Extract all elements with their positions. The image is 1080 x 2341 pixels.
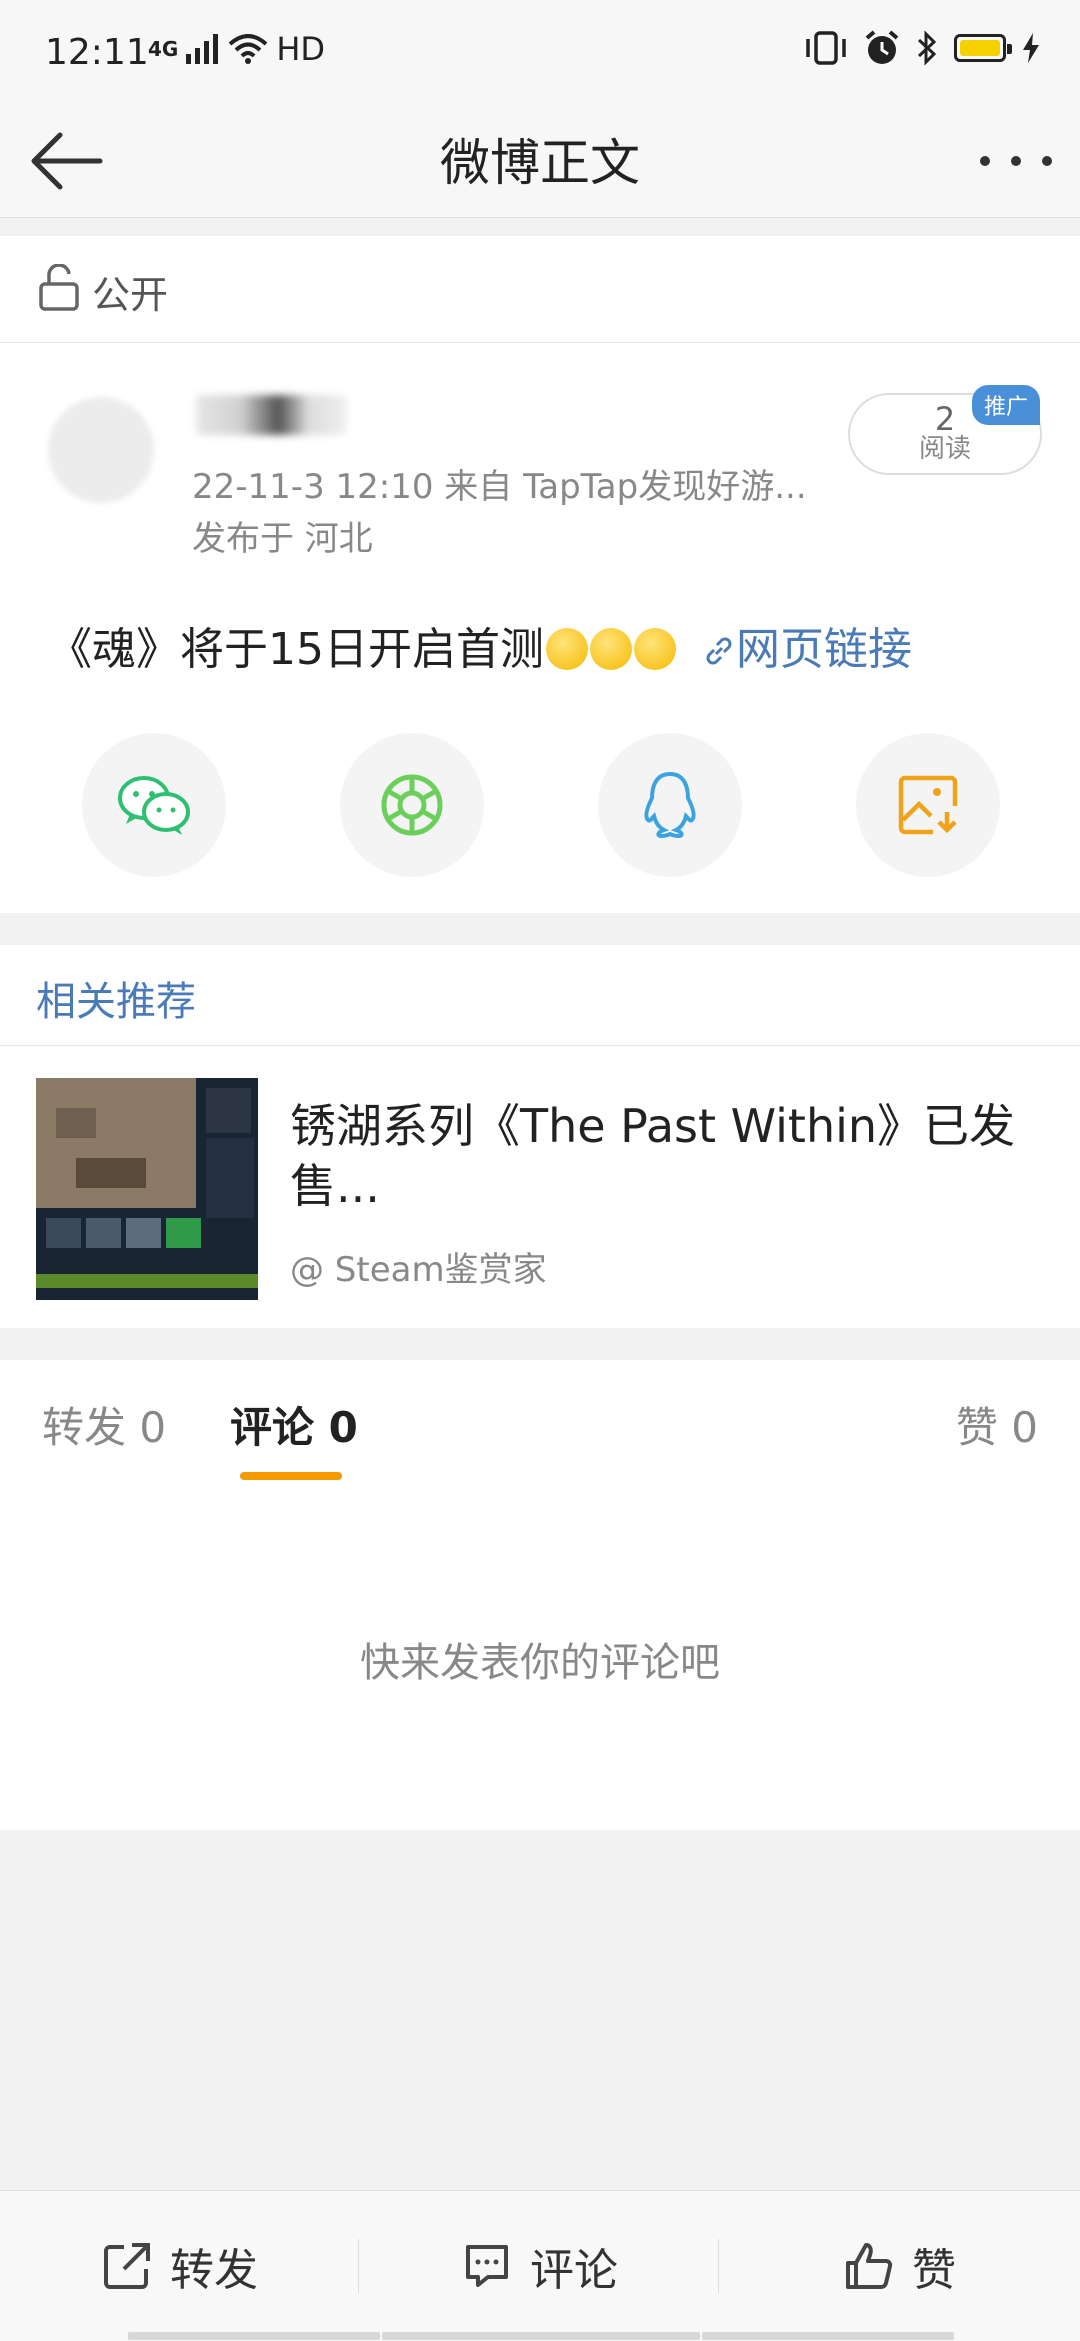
shush-emoji-icon bbox=[590, 628, 632, 670]
share-row bbox=[0, 733, 1080, 883]
post-location: 发布于 河北 bbox=[192, 519, 373, 559]
battery-icon bbox=[954, 34, 1012, 62]
related-thumbnail bbox=[36, 1078, 258, 1300]
share-moments-button[interactable] bbox=[340, 733, 484, 877]
link-icon bbox=[706, 637, 732, 665]
unlock-icon bbox=[39, 264, 79, 311]
post-content: 《魂》将于15日开启首测 网页链接 bbox=[48, 613, 912, 677]
page-title: 微博正文 bbox=[440, 134, 640, 192]
like-label: 赞 bbox=[912, 2245, 956, 2296]
charging-icon bbox=[1023, 33, 1039, 63]
moments-icon bbox=[381, 774, 443, 836]
related-title: 相关推荐 bbox=[36, 979, 196, 1025]
nav-bar: 微博正文 bbox=[0, 105, 1080, 218]
visibility-row[interactable]: 公开 bbox=[0, 236, 1080, 343]
save-image-icon bbox=[898, 775, 958, 835]
tab-like[interactable]: 赞 0 bbox=[956, 1394, 1038, 1455]
more-icon bbox=[980, 156, 990, 166]
wechat-icon bbox=[118, 776, 190, 835]
shush-emoji-icon bbox=[546, 628, 588, 670]
alarm-icon bbox=[865, 30, 899, 64]
web-link-label: 网页链接 bbox=[736, 624, 912, 675]
like-button[interactable]: 赞 bbox=[720, 2191, 1080, 2341]
post-card: 22-11-3 12:10 来自 TapTap发现好游... 发布于 河北 2 … bbox=[0, 343, 1080, 913]
home-indicator bbox=[0, 2332, 1080, 2340]
comment-icon bbox=[466, 2245, 508, 2287]
more-icon-dot bbox=[1042, 156, 1052, 166]
vibrate-icon bbox=[806, 31, 846, 65]
tab-indicator bbox=[240, 1472, 342, 1480]
more-options-button[interactable] bbox=[980, 131, 1052, 191]
post-time-source: 22-11-3 12:10 来自 TapTap发现好游... bbox=[192, 467, 807, 507]
share-qq-button[interactable] bbox=[598, 733, 742, 877]
related-item[interactable]: 锈湖系列《The Past Within》已发售... @ Steam鉴赏家 bbox=[0, 1046, 1080, 1328]
comment-label: 评论 bbox=[530, 2245, 618, 2296]
tab-comment[interactable]: 评论 0 bbox=[230, 1394, 358, 1455]
status-bar: 12:11 4G HD bbox=[0, 0, 1080, 105]
comment-empty-state: 快来发表你的评论吧 bbox=[0, 1490, 1080, 1830]
interaction-tabs: 转发 0 评论 0 赞 0 bbox=[0, 1360, 1080, 1491]
empty-comment-text: 快来发表你的评论吧 bbox=[360, 1640, 720, 1686]
thumbs-up-icon bbox=[846, 2243, 893, 2289]
hd-label: HD bbox=[276, 30, 326, 68]
share-wechat-button[interactable] bbox=[82, 733, 226, 877]
repost-button[interactable]: 转发 bbox=[0, 2191, 360, 2341]
tab-repost[interactable]: 转发 0 bbox=[42, 1394, 166, 1455]
status-time: 12:11 bbox=[45, 32, 149, 73]
repost-icon bbox=[104, 2243, 150, 2289]
post-text: 《魂》将于15日开启首测 bbox=[48, 624, 544, 675]
avatar[interactable] bbox=[48, 397, 154, 503]
status-left-icons: 4G HD bbox=[148, 30, 325, 68]
save-image-button[interactable] bbox=[856, 733, 1000, 877]
wifi-icon bbox=[229, 34, 268, 64]
author-name-blurred[interactable] bbox=[196, 395, 346, 435]
visibility-label: 公开 bbox=[92, 273, 169, 317]
web-link[interactable]: 网页链接 bbox=[702, 624, 912, 675]
divider bbox=[718, 2239, 719, 2293]
divider bbox=[358, 2239, 359, 2293]
related-header: 相关推荐 bbox=[0, 945, 1080, 1046]
read-count-badge: 2 阅读 推广 bbox=[848, 385, 1042, 475]
repost-label: 转发 bbox=[170, 2245, 258, 2296]
qq-icon bbox=[644, 771, 696, 839]
bluetooth-icon bbox=[917, 30, 937, 66]
shush-emoji-icon bbox=[634, 628, 676, 670]
read-label: 阅读 bbox=[918, 434, 971, 464]
related-item-title: 锈湖系列《The Past Within》已发售... bbox=[290, 1099, 1016, 1213]
promo-badge[interactable]: 推广 bbox=[971, 385, 1040, 425]
comment-button[interactable]: 评论 bbox=[360, 2191, 720, 2341]
status-right-icons bbox=[804, 30, 1040, 66]
signal-icon bbox=[186, 34, 219, 64]
related-item-source: @ Steam鉴赏家 bbox=[290, 1250, 547, 1290]
network-label: 4G bbox=[148, 37, 179, 61]
bottom-action-bar: 转发 评论 赞 bbox=[0, 2190, 1080, 2341]
more-icon-dot bbox=[1011, 156, 1021, 166]
